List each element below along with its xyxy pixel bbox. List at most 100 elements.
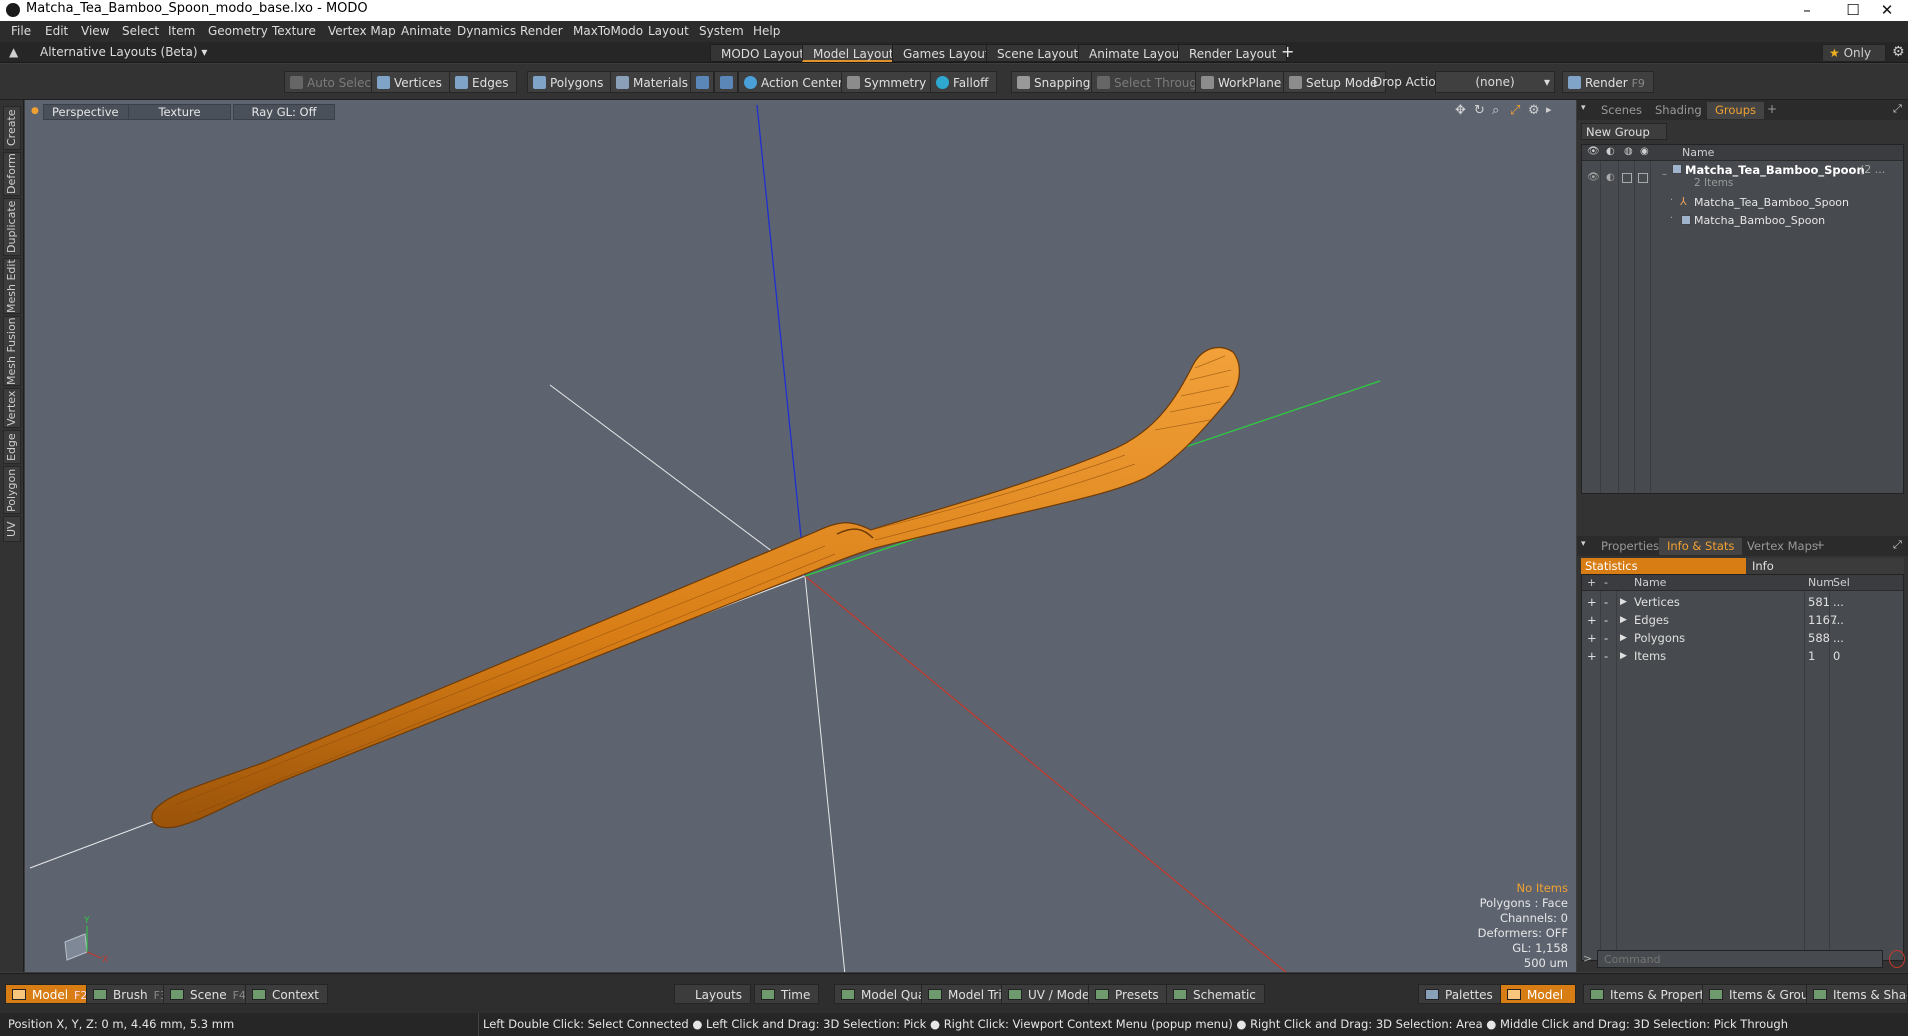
tab-create[interactable]: Create [3, 106, 21, 150]
raygl-button[interactable]: Ray GL: Off [233, 104, 335, 120]
row-expand-icon[interactable]: + [1587, 593, 1597, 611]
add-tab-button[interactable]: + [1767, 102, 1777, 116]
tab-scenes[interactable]: Scenes [1593, 102, 1650, 119]
panel-expand-icon[interactable]: ⤢ [1893, 538, 1902, 552]
snapping-button[interactable]: Snapping [1011, 71, 1100, 93]
polygons-button[interactable]: Polygons [527, 71, 613, 93]
group-select-checkbox[interactable] [1638, 173, 1648, 183]
table-row[interactable]: + - ▶ Vertices 581 ... [1582, 593, 1905, 611]
add-tab-button[interactable]: + [1815, 538, 1825, 552]
row-collapse-icon[interactable]: - [1604, 593, 1608, 611]
symmetry-button[interactable]: Symmetry [841, 71, 936, 93]
close-button[interactable]: ✕ [1864, 0, 1908, 21]
panel-menu-icon[interactable]: ▾ [1581, 103, 1586, 113]
tab-deform[interactable]: Deform [3, 152, 21, 196]
row-collapse-icon[interactable]: - [1604, 647, 1608, 665]
group-lock-checkbox[interactable] [1622, 173, 1632, 183]
pivot-button[interactable] [714, 71, 738, 93]
tab-modo-layout[interactable]: MODO Layout [710, 44, 816, 62]
menu-layout[interactable]: Layout [648, 24, 689, 38]
only-toggle[interactable]: ★ Only [1822, 44, 1886, 62]
info-tab[interactable]: Info [1746, 558, 1904, 574]
schematic-button[interactable]: Schematic [1166, 984, 1265, 1004]
command-record-icon[interactable] [1889, 950, 1905, 968]
menu-edit[interactable]: Edit [45, 24, 68, 38]
move-view-icon[interactable]: ✥ [1455, 103, 1466, 118]
group-collapse-icon[interactable]: – [1662, 169, 1667, 180]
menu-file[interactable]: File [11, 24, 31, 38]
list-item[interactable]: · Matcha_Bamboo_Spoon [1582, 213, 1903, 229]
zoom-view-icon[interactable]: ⌕ [1492, 103, 1499, 118]
vertices-button[interactable]: Vertices [371, 71, 451, 93]
tab-render-layout[interactable]: Render Layout [1178, 44, 1288, 62]
row-arrow-icon[interactable]: ▶ [1620, 629, 1627, 647]
scene-mode-button[interactable]: Scene F4 [163, 984, 255, 1004]
layout-up-icon[interactable]: ▲ [9, 45, 18, 59]
uv-model-button[interactable]: UV / Model [1001, 984, 1102, 1004]
tab-vertex[interactable]: Vertex [3, 388, 21, 428]
group-visibility-icon[interactable]: 👁 [1587, 172, 1600, 183]
gear-icon[interactable]: ⚙ [1892, 44, 1905, 60]
menu-dynamics[interactable]: Dynamics [457, 24, 516, 38]
row-collapse-icon[interactable]: - [1604, 629, 1608, 647]
tab-info-stats[interactable]: Info & Stats [1659, 538, 1743, 555]
tab-edge[interactable]: Edge [3, 430, 21, 464]
table-row[interactable]: + - ▶ Items 1 0 [1582, 647, 1905, 665]
row-expand-icon[interactable]: + [1587, 611, 1597, 629]
model-mode-button[interactable]: Model F2 [5, 984, 97, 1004]
bamboo-spoon-mesh[interactable] [151, 346, 1240, 829]
materials-button[interactable]: Materials [610, 71, 698, 93]
menu-select[interactable]: Select [122, 24, 159, 38]
menu-item[interactable]: Item [168, 24, 195, 38]
command-input[interactable] [1597, 950, 1883, 968]
statistics-tab[interactable]: Statistics [1581, 558, 1746, 574]
select-column-icon[interactable]: ◉ [1640, 146, 1649, 157]
items-shading-button[interactable]: Items & Shading [1806, 984, 1908, 1004]
tab-polygon[interactable]: Polygon [3, 466, 21, 514]
model-tri-button[interactable]: Model Tri [921, 984, 1011, 1004]
visibility-column-icon[interactable]: 👁 [1587, 146, 1600, 157]
menu-system[interactable]: System [699, 24, 744, 38]
menu-geometry[interactable]: Geometry [208, 24, 268, 38]
tab-games-layout[interactable]: Games Layout [892, 44, 1001, 62]
layouts-button[interactable]: Layouts [674, 984, 752, 1004]
lock-column-icon[interactable]: ◍ [1624, 146, 1633, 157]
palettes-button[interactable]: Palettes [1418, 984, 1502, 1004]
row-arrow-icon[interactable]: ▶ [1620, 593, 1627, 611]
menu-maxtomodo[interactable]: MaxToModo [573, 24, 643, 38]
minimize-button[interactable]: – [1784, 0, 1830, 21]
panel-expand-icon[interactable]: ⤢ [1893, 102, 1902, 116]
workplane-button[interactable]: WorkPlane [1195, 71, 1291, 93]
table-row[interactable]: + - ▶ Edges 1167 ... [1582, 611, 1905, 629]
expand-all-icon[interactable]: + [1587, 576, 1596, 589]
add-layout-button[interactable]: + [1281, 42, 1294, 61]
row-collapse-icon[interactable]: - [1604, 611, 1608, 629]
viewport-settings-icon[interactable]: ⚙ [1528, 103, 1540, 118]
fit-view-icon[interactable]: ⤢ [1510, 103, 1520, 118]
edges-button[interactable]: Edges [449, 71, 518, 93]
auto-select-button[interactable]: Auto Select [284, 71, 385, 93]
tab-mesh-edit[interactable]: Mesh Edit [3, 258, 21, 314]
model-layout-button[interactable]: Model [1500, 984, 1576, 1004]
row-expand-icon[interactable]: + [1587, 647, 1597, 665]
tab-uv[interactable]: UV [3, 516, 21, 542]
menu-texture[interactable]: Texture [272, 24, 316, 38]
tab-groups[interactable]: Groups [1707, 102, 1765, 119]
3d-viewport[interactable]: Y X ● Perspective Texture Ray GL: Off ✥ … [25, 100, 1576, 972]
tab-model-layout[interactable]: Model Layout [802, 44, 905, 62]
panel-menu-icon[interactable]: ▾ [1581, 539, 1586, 549]
action-center-button[interactable]: Action Center [738, 71, 852, 93]
groups-list[interactable]: 👁 ◐ ◍ ◉ Name 👁 ◐ – Matcha_Tea_Bamboo_Spo… [1581, 144, 1904, 494]
group-render-icon[interactable]: ◐ [1606, 172, 1615, 183]
new-group-button[interactable]: New Group [1581, 123, 1667, 140]
selection-sets-button[interactable] [690, 71, 714, 93]
tab-shading[interactable]: Shading [1647, 102, 1710, 119]
menu-view[interactable]: View [81, 24, 109, 38]
group-row[interactable]: 👁 ◐ – Matcha_Tea_Bamboo_Spoon (2 ... 2 I… [1582, 163, 1903, 193]
tab-vertex-maps[interactable]: Vertex Maps [1739, 538, 1826, 555]
viewport-expand-icon[interactable]: ▸ [1546, 103, 1552, 116]
table-row[interactable]: + - ▶ Polygons 588 ... [1582, 629, 1905, 647]
time-button[interactable]: Time [754, 984, 820, 1004]
viewport-menu-dot-icon[interactable]: ● [31, 106, 39, 116]
shading-mode-button[interactable]: Texture [128, 104, 231, 120]
